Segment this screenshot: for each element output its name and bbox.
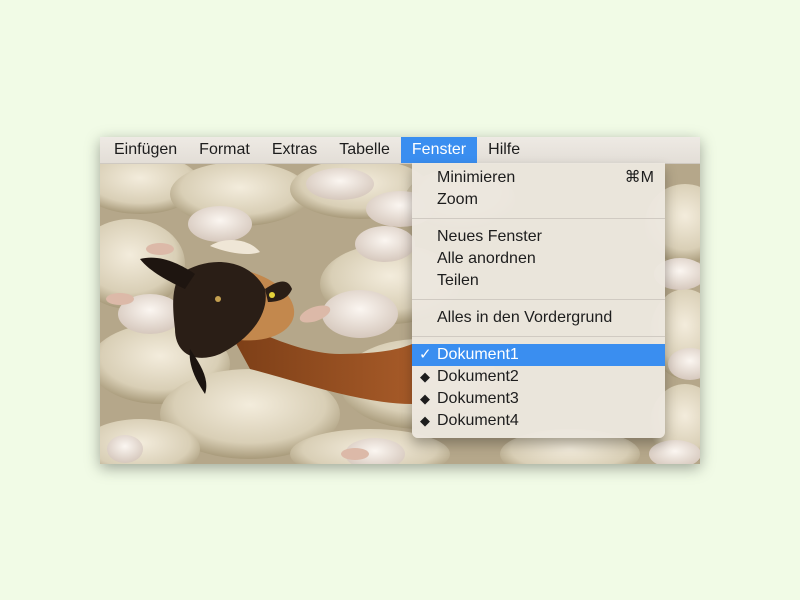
shortcut-cmd-m: ⌘M xyxy=(624,169,654,186)
menu-separator xyxy=(412,299,665,300)
fenster-dropdown-menu: Minimieren ⌘M Zoom Neues Fenster Alle an… xyxy=(412,163,665,438)
menu-tabelle[interactable]: Tabelle xyxy=(328,137,401,163)
menu-item-label: Dokument1 xyxy=(437,346,519,363)
menu-item-label: Alles in den Vordergrund xyxy=(437,309,613,326)
menu-item-label: Dokument4 xyxy=(437,412,519,429)
diamond-icon: ◆ xyxy=(420,391,430,406)
menu-bar: Einfügen Format Extras Tabelle Fenster H… xyxy=(100,137,700,164)
menu-item-label: Zoom xyxy=(437,191,478,208)
menu-einfuegen[interactable]: Einfügen xyxy=(100,137,188,163)
menu-item-new-window[interactable]: Neues Fenster xyxy=(412,226,665,248)
menu-item-document2[interactable]: ◆ Dokument2 xyxy=(412,366,665,388)
menu-item-label: Dokument3 xyxy=(437,390,519,407)
app-window: Einfügen Format Extras Tabelle Fenster H… xyxy=(100,137,700,464)
menu-item-label: Alle anordnen xyxy=(437,250,536,267)
menu-extras[interactable]: Extras xyxy=(261,137,328,163)
menu-item-document4[interactable]: ◆ Dokument4 xyxy=(412,410,665,432)
menu-item-split[interactable]: Teilen xyxy=(412,270,665,292)
menu-item-label: Minimieren xyxy=(437,169,516,186)
menu-item-arrange-all[interactable]: Alle anordnen xyxy=(412,248,665,270)
menu-separator xyxy=(412,336,665,337)
menu-item-document3[interactable]: ◆ Dokument3 xyxy=(412,388,665,410)
menu-item-minimize[interactable]: Minimieren ⌘M xyxy=(412,167,665,189)
menu-format[interactable]: Format xyxy=(188,137,261,163)
menu-item-document1[interactable]: ✓ Dokument1 xyxy=(412,344,665,366)
menu-fenster[interactable]: Fenster xyxy=(400,137,478,163)
checkmark-icon: ✓ xyxy=(419,346,432,363)
menu-item-label: Teilen xyxy=(437,272,479,289)
menu-item-label: Dokument2 xyxy=(437,368,519,385)
menu-item-bring-all-to-front[interactable]: Alles in den Vordergrund xyxy=(412,307,665,329)
menu-item-zoom[interactable]: Zoom xyxy=(412,189,665,211)
diamond-icon: ◆ xyxy=(420,413,430,428)
menu-item-label: Neues Fenster xyxy=(437,228,542,245)
menu-separator xyxy=(412,218,665,219)
diamond-icon: ◆ xyxy=(420,369,430,384)
menu-hilfe[interactable]: Hilfe xyxy=(477,137,531,163)
